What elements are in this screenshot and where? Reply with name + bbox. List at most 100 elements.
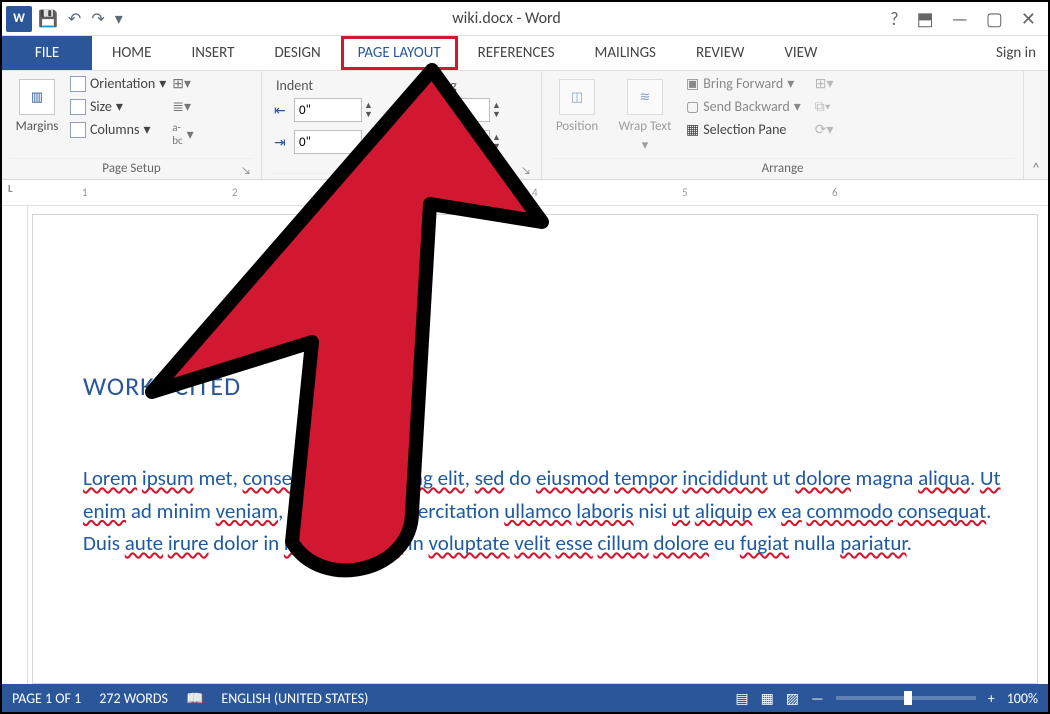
- bring-forward-button[interactable]: ▣Bring Forward▾: [686, 75, 801, 92]
- ruler-mark: 4: [532, 186, 538, 199]
- document-title: wiki.docx - Word: [123, 9, 890, 28]
- zoom-in-icon[interactable]: +: [988, 690, 995, 707]
- proofing-icon[interactable]: 📖: [186, 690, 203, 707]
- wrap-text-icon: ≋: [627, 79, 663, 115]
- close-icon[interactable]: ✕: [1021, 8, 1036, 30]
- ruler-mark: 5: [682, 186, 688, 199]
- size-label: Size: [90, 98, 112, 115]
- orientation-button[interactable]: Orientation▾: [70, 75, 166, 92]
- group-objects-button[interactable]: ⧉▾: [815, 98, 834, 115]
- position-icon: ◫: [559, 79, 595, 115]
- send-backward-label: Send Backward: [703, 98, 789, 115]
- save-icon[interactable]: 💾: [38, 9, 58, 29]
- ruler-tab-selector-icon[interactable]: L: [8, 182, 13, 195]
- read-mode-icon[interactable]: ▤: [735, 690, 748, 707]
- status-words[interactable]: 272 WORDS: [99, 690, 168, 707]
- spacing-header: Spacing: [413, 77, 457, 94]
- word-app-icon: W: [6, 6, 32, 32]
- indent-left-input[interactable]: [294, 98, 362, 122]
- tab-insert[interactable]: INSERT: [171, 36, 254, 70]
- print-layout-icon[interactable]: ▦: [761, 690, 774, 707]
- quick-access-toolbar: 💾 ↶ ↷ ▾: [38, 9, 123, 29]
- indent-right-input[interactable]: [294, 130, 362, 154]
- columns-label: Columns: [90, 121, 139, 138]
- margins-icon: ▥: [19, 79, 55, 115]
- indent-left-icon: ⇤: [274, 102, 292, 119]
- rotate-button[interactable]: ⟳▾: [815, 121, 834, 138]
- tab-view[interactable]: VIEW: [764, 36, 837, 70]
- align-button[interactable]: ⊞▾: [815, 75, 834, 92]
- group-page-setup: ▥ Margins Orientation▾ Size▾ Columns▾ ⊞▾…: [2, 71, 262, 179]
- redo-icon[interactable]: ↷: [91, 9, 104, 29]
- word-window: W 💾 ↶ ↷ ▾ wiki.docx - Word ? ⬒ — ▢ ✕ FIL…: [0, 0, 1050, 714]
- zoom-out-icon[interactable]: —: [811, 690, 824, 707]
- vertical-ruler[interactable]: [2, 206, 28, 684]
- status-page[interactable]: PAGE 1 OF 1: [12, 690, 81, 707]
- status-bar: PAGE 1 OF 1 272 WORDS 📖 ENGLISH (UNITED …: [2, 684, 1048, 712]
- document-body-text: Lorem ipsum met, consectetur adipiscing …: [83, 462, 1007, 560]
- size-icon: [70, 99, 86, 115]
- wrap-text-button[interactable]: ≋ Wrap Text▾: [618, 75, 672, 158]
- undo-icon[interactable]: ↶: [68, 9, 81, 29]
- ruler-mark: 6: [832, 186, 838, 199]
- line-numbers-button[interactable]: ≣▾: [172, 98, 193, 115]
- tab-review[interactable]: REVIEW: [676, 36, 764, 70]
- title-bar: W 💾 ↶ ↷ ▾ wiki.docx - Word ? ⬒ — ▢ ✕: [2, 2, 1048, 36]
- bring-forward-label: Bring Forward: [703, 75, 783, 92]
- spacing-after-input[interactable]: [422, 130, 490, 154]
- ruler-mark: 2: [232, 186, 238, 199]
- spacing-before-icon: ↕: [402, 102, 420, 119]
- status-language[interactable]: ENGLISH (UNITED STATES): [221, 690, 368, 707]
- maximize-icon[interactable]: ▢: [986, 8, 1003, 30]
- wrap-text-label: Wrap Text: [619, 119, 672, 134]
- spacing-before-input[interactable]: [422, 98, 490, 122]
- group-page-setup-label: Page Setup: [102, 161, 160, 176]
- size-button[interactable]: Size▾: [70, 98, 166, 115]
- send-backward-button[interactable]: ▢Send Backward▾: [686, 98, 801, 115]
- tab-page-layout[interactable]: PAGE LAYOUT: [341, 36, 458, 70]
- web-layout-icon[interactable]: ▨: [786, 690, 799, 707]
- group-arrange: ◫ Position ≋ Wrap Text▾ ▣Bring Forward▾ …: [542, 71, 1024, 179]
- orientation-label: Orientation: [90, 75, 155, 92]
- paragraph-dialog-icon[interactable]: ↘: [521, 164, 531, 177]
- tab-file[interactable]: FILE: [2, 36, 92, 70]
- document-page[interactable]: WORKS CITED Lorem ipsum met, consectetur…: [32, 214, 1038, 684]
- ribbon-collapse-arrow-icon[interactable]: ˄: [1024, 71, 1048, 179]
- position-button[interactable]: ◫ Position: [550, 75, 604, 158]
- selection-pane-icon: ▦: [686, 121, 699, 138]
- tab-design[interactable]: DESIGN: [254, 36, 340, 70]
- zoom-slider[interactable]: [836, 696, 976, 700]
- indent-left-field[interactable]: ⇤▲▼: [274, 98, 378, 122]
- margins-button[interactable]: ▥ Margins: [10, 75, 64, 158]
- send-backward-icon: ▢: [686, 98, 699, 115]
- spacing-after-field[interactable]: ↕▲▼: [402, 130, 506, 154]
- columns-button[interactable]: Columns▾: [70, 121, 166, 138]
- ruler-mark: 1: [82, 186, 88, 199]
- page-setup-dialog-icon[interactable]: ↘: [241, 164, 251, 177]
- minimize-icon[interactable]: —: [952, 8, 968, 30]
- ribbon: ▥ Margins Orientation▾ Size▾ Columns▾ ⊞▾…: [2, 70, 1048, 180]
- tab-references[interactable]: REFERENCES: [458, 36, 575, 70]
- selection-pane-button[interactable]: ▦Selection Pane: [686, 121, 801, 138]
- tab-mailings[interactable]: MAILINGS: [575, 36, 676, 70]
- spacing-before-field[interactable]: ↕▲▼: [402, 98, 506, 122]
- document-heading: WORKS CITED: [83, 370, 1007, 402]
- breaks-button[interactable]: ⊞▾: [172, 75, 193, 92]
- qat-customize-icon[interactable]: ▾: [115, 9, 123, 29]
- horizontal-ruler[interactable]: L 123456: [2, 180, 1048, 206]
- zoom-value[interactable]: 100%: [1007, 690, 1038, 707]
- indent-right-field[interactable]: ⇥▲▼: [274, 130, 378, 154]
- ribbon-collapse-icon[interactable]: ⬒: [917, 8, 934, 30]
- sign-in-link[interactable]: Sign in: [984, 36, 1048, 70]
- columns-icon: [70, 122, 86, 138]
- help-icon[interactable]: ?: [890, 8, 898, 30]
- selection-pane-label: Selection Pane: [703, 121, 786, 138]
- group-arrange-label: Arrange: [762, 161, 804, 176]
- document-area: WORKS CITED Lorem ipsum met, consectetur…: [2, 206, 1048, 684]
- indent-right-icon: ⇥: [274, 134, 292, 151]
- tab-home[interactable]: HOME: [92, 36, 171, 70]
- indent-header: Indent: [276, 77, 313, 94]
- hyphenation-button[interactable]: a-bc▾: [172, 121, 193, 147]
- position-label: Position: [556, 119, 598, 134]
- orientation-icon: [70, 76, 86, 92]
